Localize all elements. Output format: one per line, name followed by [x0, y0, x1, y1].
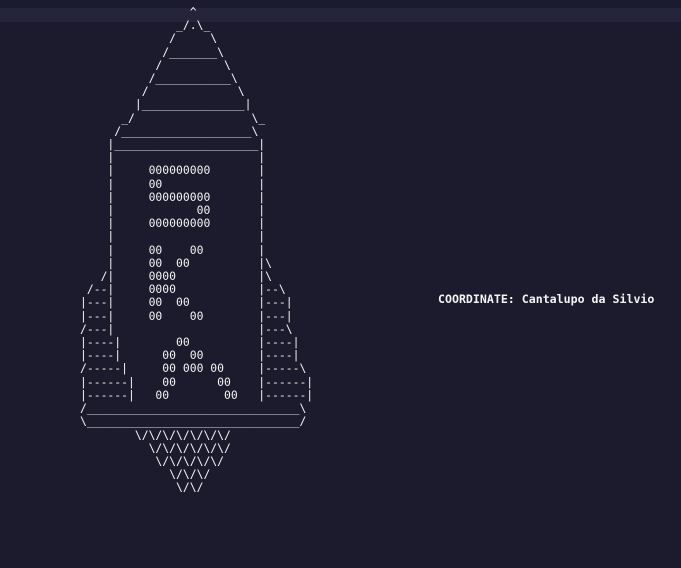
coordinate-text: COORDINATE: Cantalupo da Silvio — [438, 292, 655, 306]
terminal-window[interactable]: ^ _/.\_ / \ /_______\ / \ /___________\ … — [0, 0, 681, 568]
rocket-ascii-art: ^ _/.\_ / \ /_______\ / \ /___________\ … — [80, 5, 314, 495]
terminal-cursor-area[interactable] — [0, 554, 4, 568]
